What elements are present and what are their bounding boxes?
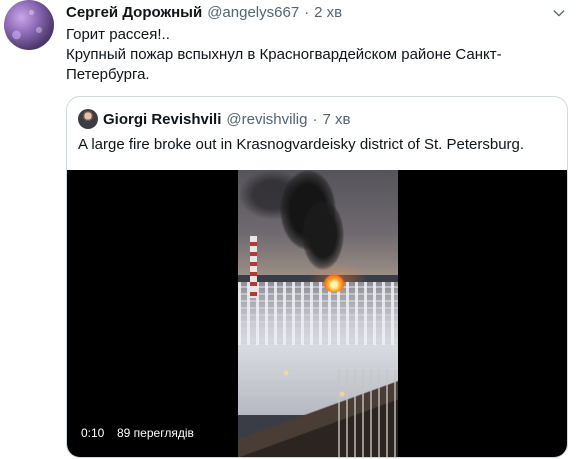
quoted-tweet-time[interactable]: 7 хв bbox=[322, 111, 350, 128]
video-railing bbox=[338, 370, 398, 457]
video-chimney bbox=[250, 236, 257, 298]
chevron-down-icon bbox=[553, 10, 565, 17]
quoted-author-handle[interactable]: @revishvilig bbox=[226, 111, 307, 128]
video-view-count: 89 переглядів bbox=[117, 426, 194, 440]
video-player[interactable]: 0:10 89 переглядів bbox=[67, 170, 567, 457]
video-smoke bbox=[302, 200, 344, 270]
tweet-header: Сергей Дорожный @angelys667 · 2 хв bbox=[66, 4, 342, 22]
quoted-tweet-text: A large fire broke out in Krasnogvardeis… bbox=[78, 136, 525, 153]
tweet-text-line: Петербурга. bbox=[66, 66, 150, 83]
quoted-author-avatar[interactable] bbox=[78, 109, 98, 129]
quoted-tweet-header: Giorgi Revishvili @revishvilig · 7 хв bbox=[78, 108, 350, 130]
separator-dot: · bbox=[312, 110, 318, 128]
video-frame bbox=[238, 170, 398, 457]
author-handle[interactable]: @angelys667 bbox=[207, 4, 299, 21]
quoted-author-name[interactable]: Giorgi Revishvili bbox=[103, 111, 221, 128]
tweet-text: Горит рассея!.. Крупный пожар вспыхнул в… bbox=[66, 25, 566, 85]
more-options-button[interactable] bbox=[548, 2, 570, 24]
separator-dot: · bbox=[304, 4, 310, 21]
tweet-text-line: Крупный пожар вспыхнул в Красногвардейск… bbox=[66, 46, 502, 63]
author-avatar[interactable] bbox=[4, 0, 54, 50]
tweet-text-line: Горит рассея!.. bbox=[66, 26, 170, 43]
video-duration: 0:10 bbox=[81, 426, 105, 440]
video-fire bbox=[324, 274, 344, 292]
author-name[interactable]: Сергей Дорожный bbox=[66, 4, 202, 21]
tweet-time[interactable]: 2 хв bbox=[314, 4, 342, 21]
quoted-tweet[interactable]: Giorgi Revishvili @revishvilig · 7 хв A … bbox=[66, 96, 568, 458]
tweet[interactable]: Сергей Дорожный @angelys667 · 2 хв Горит… bbox=[0, 0, 580, 459]
